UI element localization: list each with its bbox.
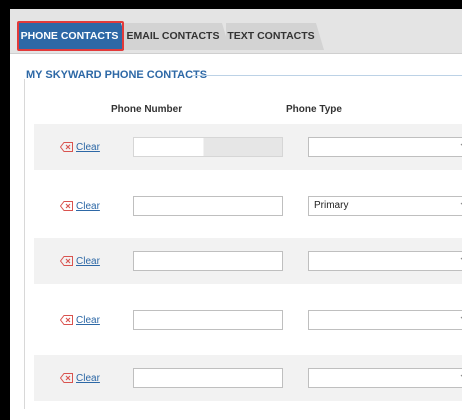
tab-email-contacts[interactable]: EMAIL CONTACTS: [124, 23, 230, 50]
clear-button[interactable]: Clear: [60, 253, 100, 269]
clear-x-icon: [60, 373, 73, 383]
clear-button[interactable]: Clear: [60, 139, 100, 155]
table-row: Clear: [34, 355, 462, 401]
active-tab-highlight: [17, 21, 124, 51]
clear-button[interactable]: Clear: [60, 370, 100, 386]
header-phone-number: Phone Number: [111, 104, 183, 115]
phone-number-input[interactable]: [133, 368, 283, 388]
clear-x-icon: [60, 142, 73, 152]
table-row: Clear: [34, 124, 462, 170]
phone-type-select[interactable]: [308, 368, 462, 388]
clear-label: Clear: [76, 255, 100, 267]
phone-number-input[interactable]: [133, 310, 283, 330]
clear-label: Clear: [76, 141, 100, 153]
tab-bar: PHONE CONTACTS EMAIL CONTACTS TEXT CONTA…: [10, 9, 462, 54]
clear-label: Clear: [76, 372, 100, 384]
clear-x-icon: [60, 201, 73, 211]
table-row: Clear: [34, 238, 462, 284]
tab-text-contacts[interactable]: TEXT CONTACTS: [226, 23, 324, 50]
phone-type-select[interactable]: [308, 251, 462, 271]
phone-type-select[interactable]: [308, 137, 462, 157]
clear-label: Clear: [76, 200, 100, 212]
header-phone-type: Phone Type: [286, 104, 342, 115]
clear-label: Clear: [76, 314, 100, 326]
phone-type-select[interactable]: [308, 310, 462, 330]
clear-x-icon: [60, 315, 73, 325]
phone-number-input[interactable]: [133, 251, 283, 271]
phone-type-value: Primary: [314, 200, 349, 211]
clear-x-icon: [60, 256, 73, 266]
tab-email-contacts-label: EMAIL CONTACTS: [126, 30, 220, 42]
contacts-window: PHONE CONTACTS EMAIL CONTACTS TEXT CONTA…: [10, 9, 462, 420]
phone-type-select[interactable]: Primary: [308, 196, 462, 216]
clear-button[interactable]: Clear: [60, 198, 100, 214]
clear-button[interactable]: Clear: [60, 312, 100, 328]
tab-text-contacts-label: TEXT CONTACTS: [227, 30, 315, 42]
phone-number-input[interactable]: [133, 137, 283, 157]
table-row: Clear: [34, 297, 462, 343]
phone-number-input[interactable]: [133, 196, 283, 216]
table-row: Clear Primary: [34, 183, 462, 229]
section-divider: [192, 75, 462, 76]
